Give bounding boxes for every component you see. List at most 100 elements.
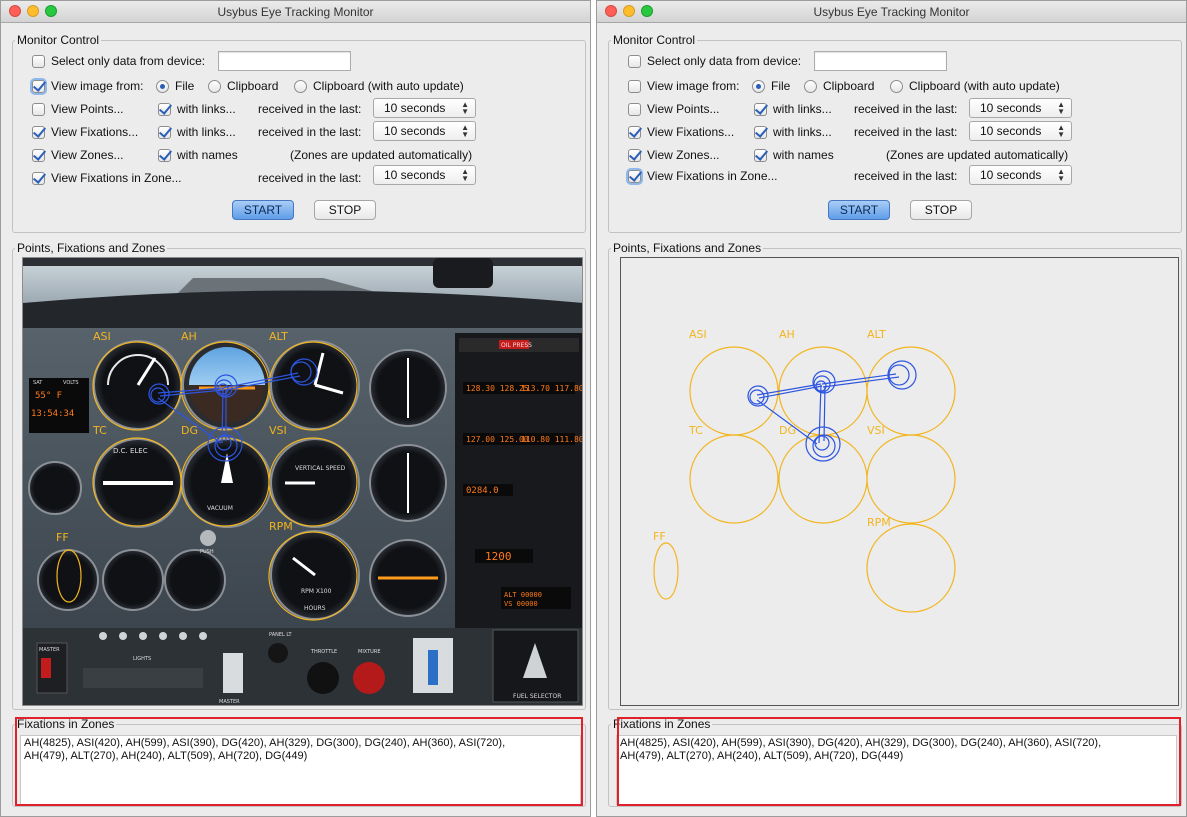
points-seconds-spinner[interactable]: 10 seconds ▲ ▼: [969, 98, 1072, 118]
view-fix-zone-label: View Fixations in Zone...: [647, 169, 778, 183]
monitor-control-legend: Monitor Control: [613, 33, 696, 47]
select-device-checkbox[interactable]: [32, 54, 45, 68]
zone-label-vsi: VSI: [269, 424, 287, 437]
view-zones-checkbox[interactable]: [628, 148, 641, 162]
window-title: Usybus Eye Tracking Monitor: [217, 5, 374, 19]
points-links-checkbox[interactable]: [754, 102, 767, 116]
points-received-label: received in the last:: [854, 102, 958, 116]
start-button[interactable]: START: [232, 200, 294, 220]
view-fixations-label: View Fixations...: [51, 125, 139, 139]
fix-zone-received-label: received in the last:: [854, 169, 958, 183]
zone-tc: [92, 437, 182, 527]
zone-asi: [689, 346, 779, 436]
zone-label-asi: ASI: [93, 330, 111, 343]
view-zones-row: View Zones...: [628, 145, 719, 165]
zone-ah: [180, 341, 270, 431]
select-device-row: Select only data from device:: [628, 51, 801, 71]
title-bar: Usybus Eye Tracking Monitor: [597, 1, 1186, 23]
zone-label-rpm: RPM: [269, 520, 293, 533]
zone-label-ah: AH: [181, 330, 197, 343]
zone-alt: [268, 341, 358, 431]
view-zones-checkbox[interactable]: [32, 148, 45, 162]
zone-asi: [92, 341, 182, 431]
select-device-label: Select only data from device:: [51, 54, 206, 68]
view-image-row: View image from:: [32, 76, 143, 96]
fixations-links-checkbox[interactable]: [158, 125, 171, 139]
radio-clipboard-auto-label: Clipboard (with auto update): [313, 79, 464, 93]
monitor-window-right: Usybus Eye Tracking Monitor Monitor Cont…: [596, 0, 1187, 817]
radio-file-option[interactable]: File: [156, 76, 194, 96]
select-device-checkbox[interactable]: [628, 54, 641, 68]
zones-names-checkbox[interactable]: [158, 148, 171, 162]
zones-names-label: with names: [177, 148, 238, 162]
spinner-arrows-icon: ▲ ▼: [461, 123, 469, 139]
radio-clipboard-auto-label: Clipboard (with auto update): [909, 79, 1060, 93]
view-points-label: View Points...: [647, 102, 720, 116]
view-points-row: View Points...: [32, 99, 123, 119]
zone-ff: [56, 549, 82, 603]
fix-zone-seconds-spinner[interactable]: 10 seconds ▲ ▼: [969, 165, 1072, 185]
radio-clipboard-auto-option[interactable]: Clipboard (with auto update): [890, 76, 1060, 96]
radio-clipboard-auto[interactable]: [294, 79, 307, 93]
radio-file-label: File: [771, 79, 791, 93]
monitor-control-legend: Monitor Control: [17, 33, 100, 47]
spinner-arrows-icon: ▲ ▼: [1057, 100, 1065, 116]
zones-overlay-right: ASI AH ALT TC DG VSI FF RPM: [653, 328, 956, 613]
view-zones-label: View Zones...: [647, 148, 720, 162]
view-image-checkbox[interactable]: [628, 79, 641, 93]
fixations-seconds-spinner[interactable]: 10 seconds ▲ ▼: [969, 121, 1072, 141]
spinner-arrows-icon: ▲ ▼: [1057, 167, 1065, 183]
zones-overlay-left: ASI AH ALT TC DG VSI FF RPM: [56, 330, 358, 621]
zone-label-dg: DG: [779, 424, 796, 437]
fixations-links-checkbox[interactable]: [754, 125, 767, 139]
radio-clipboard-option[interactable]: Clipboard: [804, 76, 874, 96]
view-image-checkbox[interactable]: [32, 79, 45, 93]
device-input[interactable]: [218, 51, 351, 71]
view-points-checkbox[interactable]: [628, 102, 641, 116]
view-fix-zone-checkbox[interactable]: [32, 171, 45, 185]
radio-clipboard-label: Clipboard: [823, 79, 875, 93]
view-points-label: View Points...: [51, 102, 124, 116]
radio-clipboard[interactable]: [804, 79, 817, 93]
zones-canvas: ASI AH ALT TC DG VSI FF RPM: [620, 257, 1179, 706]
view-fix-zone-checkbox[interactable]: [628, 169, 641, 183]
zone-vsi: [268, 437, 358, 527]
view-fixations-checkbox[interactable]: [32, 125, 45, 139]
radio-clipboard-option[interactable]: Clipboard: [208, 76, 278, 96]
zones-names-label: with names: [773, 148, 834, 162]
points-legend: Points, Fixations and Zones: [613, 241, 762, 255]
fixations-seconds-spinner[interactable]: 10 seconds ▲ ▼: [373, 121, 476, 141]
view-fixations-label: View Fixations...: [647, 125, 735, 139]
points-received-label: received in the last:: [258, 102, 362, 116]
stop-button[interactable]: STOP: [910, 200, 972, 220]
highlight-box: [15, 717, 583, 806]
device-input[interactable]: [814, 51, 947, 71]
view-image-row: View image from:: [628, 76, 739, 96]
radio-file-option[interactable]: File: [752, 76, 790, 96]
fixations-links-label: with links...: [773, 125, 832, 139]
radio-clipboard-auto[interactable]: [890, 79, 903, 93]
fix-zone-seconds-spinner[interactable]: 10 seconds ▲ ▼: [373, 165, 476, 185]
radio-clipboard-label: Clipboard: [227, 79, 279, 93]
zone-alt: [866, 346, 956, 436]
monitor-window-left: Usybus Eye Tracking Monitor Monitor Cont…: [0, 0, 591, 817]
radio-file[interactable]: [156, 79, 169, 93]
fixations-links-row: with links...: [158, 122, 236, 142]
radio-clipboard[interactable]: [208, 79, 221, 93]
zones-names-checkbox[interactable]: [754, 148, 767, 162]
radio-file[interactable]: [752, 79, 765, 93]
view-points-checkbox[interactable]: [32, 102, 45, 116]
zone-label-alt: ALT: [269, 330, 288, 343]
points-links-checkbox[interactable]: [158, 102, 171, 116]
stop-button[interactable]: STOP: [314, 200, 376, 220]
radio-clipboard-auto-option[interactable]: Clipboard (with auto update): [294, 76, 464, 96]
zone-tc: [689, 434, 779, 524]
highlight-box: [617, 717, 1181, 806]
start-button[interactable]: START: [828, 200, 890, 220]
points-seconds-spinner[interactable]: 10 seconds ▲ ▼: [373, 98, 476, 118]
view-fixations-checkbox[interactable]: [628, 125, 641, 139]
points-links-label: with links...: [177, 102, 236, 116]
title-bar: Usybus Eye Tracking Monitor: [1, 1, 590, 23]
zone-ff: [653, 542, 679, 600]
fixations-links-row: with links...: [754, 122, 832, 142]
